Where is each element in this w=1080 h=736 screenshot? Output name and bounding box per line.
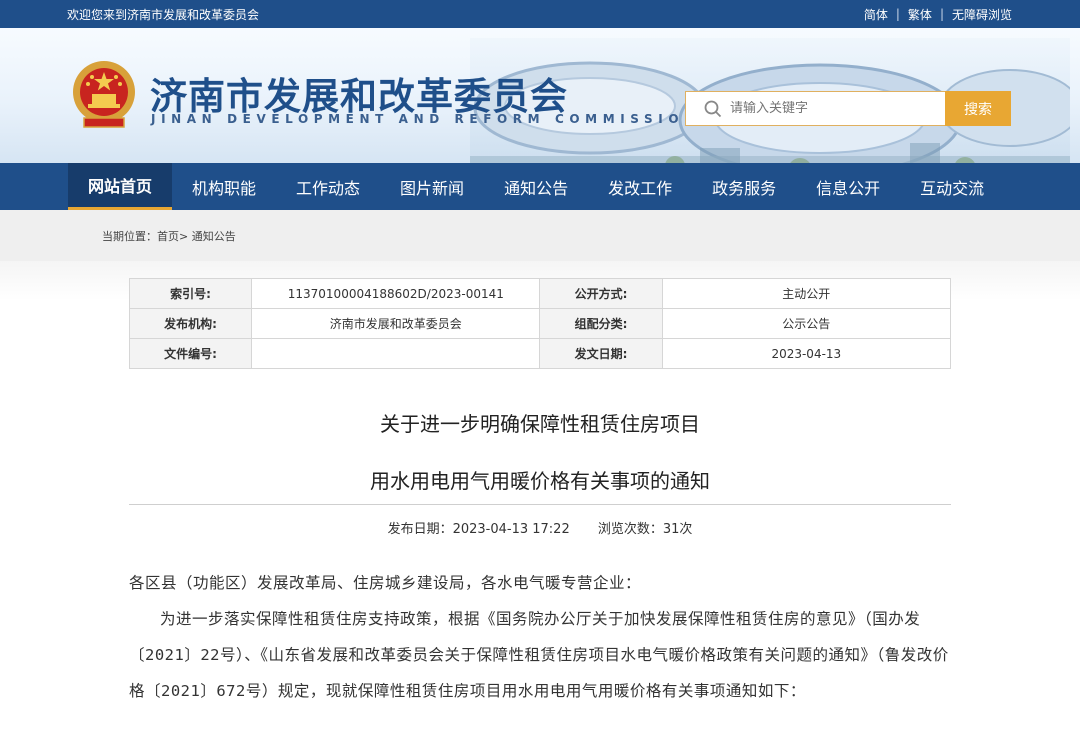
article-content: 索引号: 11370100004188602D/2023-00141 公开方式:… <box>0 261 1080 736</box>
nav-item-photo-news[interactable]: 图片新闻 <box>380 163 484 210</box>
publish-info: 发布日期：2023-04-13 17:22 浏览次数：31次 <box>0 518 1080 537</box>
publisher-value: 济南市发展和改革委员会 <box>251 308 541 339</box>
nav-item-interaction[interactable]: 互动交流 <box>900 163 1004 210</box>
top-bar: 欢迎您来到济南市发展和改革委员会 简体 | 繁体 | 无障碍浏览 <box>0 0 1080 28</box>
nav-item-reform-work[interactable]: 发改工作 <box>588 163 692 210</box>
article-title-line-1: 关于进一步明确保障性租赁住房项目 <box>380 412 700 436</box>
table-row: 发布机构: 济南市发展和改革委员会 组配分类: 公示公告 <box>128 308 952 339</box>
document-meta-table: 索引号: 11370100004188602D/2023-00141 公开方式:… <box>128 278 952 369</box>
category-value: 公示公告 <box>661 308 952 339</box>
article-paragraph: 为进一步落实保障性租赁住房支持政策，根据《国务院办公厅关于加快发展保障性租赁住房… <box>129 610 949 700</box>
site-header: 济南市发展和改革委员会 JINAN DEVELOPMENT AND REFORM… <box>0 28 1080 163</box>
publisher-label: 发布机构: <box>128 308 253 339</box>
accessibility-link[interactable]: 无障碍浏览 <box>952 6 1012 23</box>
nav-item-functions[interactable]: 机构职能 <box>172 163 276 210</box>
index-value: 11370100004188602D/2023-00141 <box>251 278 541 309</box>
table-row: 索引号: 11370100004188602D/2023-00141 公开方式:… <box>128 278 952 309</box>
traditional-chinese-link[interactable]: 繁体 <box>908 6 932 23</box>
open-mode-label: 公开方式: <box>539 278 663 309</box>
welcome-text: 欢迎您来到济南市发展和改革委员会 <box>67 7 260 22</box>
issue-date-value: 2023-04-13 <box>661 338 952 369</box>
search-icon <box>704 100 722 117</box>
title-divider <box>129 504 951 505</box>
nav-item-work-news[interactable]: 工作动态 <box>276 163 380 210</box>
national-emblem-icon <box>73 61 135 128</box>
search-button[interactable]: 搜索 <box>945 91 1011 126</box>
article-body: 各区县（功能区）发展改革局、住房城乡建设局，各水电气暖专营企业： 为进一步落实保… <box>129 565 951 709</box>
separator: | <box>895 7 900 21</box>
publish-date: 发布日期：2023-04-13 17:22 <box>387 522 570 537</box>
nav-item-info-disclosure[interactable]: 信息公开 <box>796 163 900 210</box>
article-title-line-2: 用水用电用气用暖价格有关事项的通知 <box>370 469 710 493</box>
nav-item-gov-services[interactable]: 政务服务 <box>692 163 796 210</box>
breadcrumb: 当期位置：首页> 通知公告 <box>0 210 1080 261</box>
open-mode-value: 主动公开 <box>661 278 952 309</box>
document-number-label: 文件编号: <box>128 338 253 369</box>
search-bar: 搜索 <box>685 91 1011 126</box>
separator: | <box>939 7 944 21</box>
search-box <box>685 91 945 126</box>
category-label: 组配分类: <box>539 308 663 339</box>
index-label: 索引号: <box>128 278 253 309</box>
document-number-value <box>251 338 541 369</box>
salutation: 各区县（功能区）发展改革局、住房城乡建设局，各水电气暖专营企业： <box>129 574 642 592</box>
language-links: 简体 | 繁体 | 无障碍浏览 <box>864 6 1012 23</box>
simplified-chinese-link[interactable]: 简体 <box>864 6 888 23</box>
nav-item-notices[interactable]: 通知公告 <box>484 163 588 210</box>
nav-item-home[interactable]: 网站首页 <box>68 163 173 210</box>
search-input[interactable] <box>730 101 930 116</box>
table-row: 文件编号: 发文日期: 2023-04-13 <box>128 338 952 369</box>
breadcrumb-text: 当期位置：首页> 通知公告 <box>102 229 236 243</box>
issue-date-label: 发文日期: <box>539 338 663 369</box>
main-nav: 网站首页 机构职能 工作动态 图片新闻 通知公告 发改工作 政务服务 信息公开 … <box>0 163 1080 210</box>
view-count: 浏览次数：31次 <box>597 522 693 537</box>
site-subtitle: JINAN DEVELOPMENT AND REFORM COMMISSION <box>151 112 700 126</box>
